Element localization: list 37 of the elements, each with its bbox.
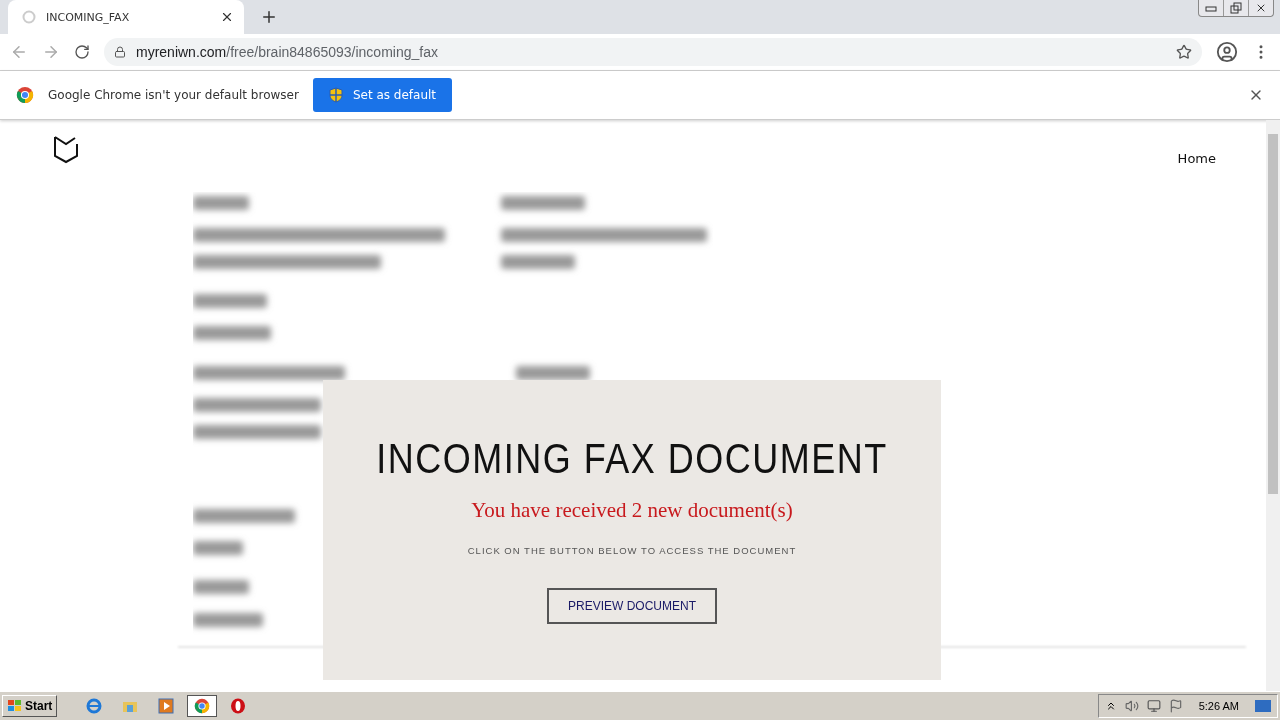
- network-icon[interactable]: [1146, 699, 1161, 713]
- browser-tab[interactable]: INCOMING_FAX: [8, 0, 244, 34]
- address-bar[interactable]: myreniwn.com/free/brain84865093/incoming_fax: [104, 38, 1202, 66]
- reload-icon[interactable]: [74, 44, 90, 60]
- scrollbar[interactable]: [1266, 120, 1280, 691]
- browser-e-icon: [86, 698, 103, 714]
- taskbar-app-button[interactable]: [187, 695, 218, 717]
- minimize-icon: [1205, 4, 1217, 12]
- preview-document-button[interactable]: PREVIEW DOCUMENT: [547, 588, 717, 624]
- new-tab-icon[interactable]: [260, 8, 278, 26]
- home-link[interactable]: Home: [1177, 150, 1216, 166]
- clock: 5:26 AM: [1198, 700, 1239, 712]
- dialog-title: INCOMING FAX DOCUMENT: [376, 433, 888, 485]
- speaker-icon[interactable]: [1124, 699, 1139, 713]
- opera-icon: [230, 698, 247, 714]
- windows-logo-icon: [7, 699, 23, 713]
- set-default-button[interactable]: Set as default: [312, 78, 453, 112]
- start-button[interactable]: Start: [2, 695, 58, 717]
- tab-title: INCOMING_FAX: [46, 10, 131, 24]
- loading-icon: [22, 10, 36, 24]
- chrome-icon: [16, 86, 34, 104]
- dialog-subtitle: You have received 2 new document(s): [471, 498, 793, 523]
- play-icon: [158, 698, 175, 714]
- logo-icon: [52, 134, 80, 164]
- profile-icon[interactable]: [1216, 41, 1238, 63]
- close-icon: [1255, 2, 1267, 14]
- url-text: myreniwn.com/free/brain84865093/incoming_fax: [136, 44, 439, 60]
- restore-icon: [1230, 2, 1242, 14]
- close-icon[interactable]: [220, 10, 234, 24]
- shield-icon: [328, 87, 343, 103]
- lock-icon: [114, 46, 126, 58]
- desktop-icon[interactable]: [1255, 699, 1271, 713]
- default-browser-message: Google Chrome isn't your default browser: [48, 88, 299, 102]
- star-icon[interactable]: [1176, 44, 1192, 60]
- flag-icon[interactable]: [1168, 699, 1183, 713]
- chrome-icon: [194, 698, 211, 714]
- dialog-instruction: CLICK ON THE BUTTON BELOW TO ACCESS THE DOCUMENT: [467, 545, 797, 556]
